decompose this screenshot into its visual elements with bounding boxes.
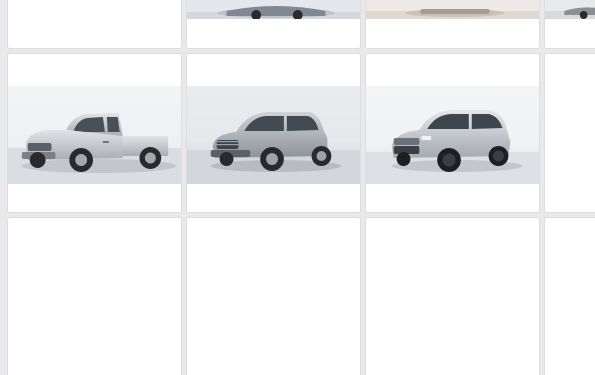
- listing-card[interactable]: [7, 217, 182, 375]
- listing-card[interactable]: [186, 0, 361, 49]
- listing-card[interactable]: [186, 217, 361, 375]
- listing-card[interactable]: [365, 0, 540, 49]
- listing-card[interactable]: [544, 0, 595, 49]
- listing-card[interactable]: [365, 53, 540, 213]
- listing-card[interactable]: [544, 217, 595, 375]
- vehicle-listing-grid: [0, 0, 595, 375]
- listing-card[interactable]: [365, 217, 540, 375]
- car-photo: [545, 0, 595, 19]
- listing-card[interactable]: [7, 0, 182, 49]
- listing-card[interactable]: [544, 53, 595, 213]
- pickup-truck-photo: [8, 86, 181, 184]
- compact-suv-photo: [187, 86, 360, 184]
- car-photo: [187, 0, 360, 19]
- car-photo: [366, 0, 539, 19]
- listing-card[interactable]: [7, 53, 182, 213]
- listing-card[interactable]: [186, 53, 361, 213]
- crossover-suv-photo: [366, 86, 539, 184]
